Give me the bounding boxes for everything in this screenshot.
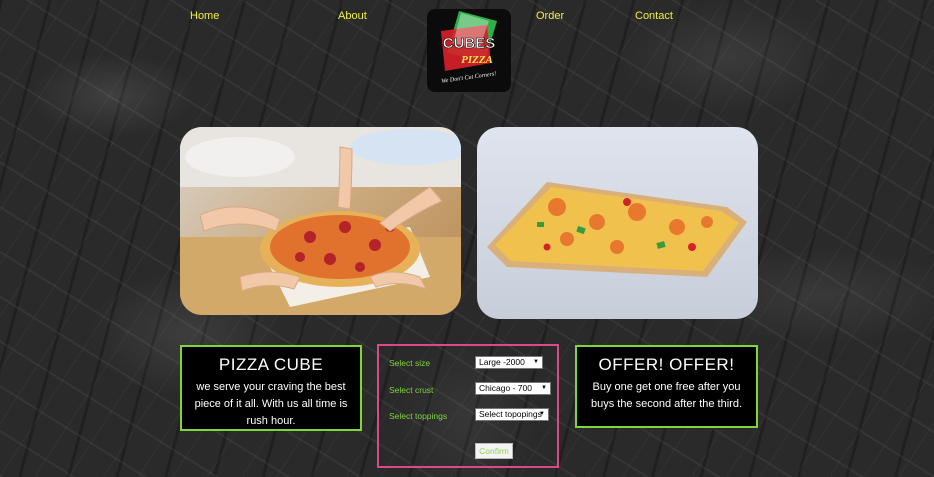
cubes-pizza-logo[interactable]: CUBES PIZZA We Don't Cut Corners! [427, 9, 511, 92]
chevron-down-icon: ▼ [539, 411, 545, 417]
nav-contact-link[interactable]: Contact [635, 10, 673, 22]
about-card-title: PIZZA CUBE [218, 355, 324, 374]
nav-order-link[interactable]: Order [536, 10, 564, 22]
logo-brand-text: CUBES [443, 35, 496, 52]
nav-home-link[interactable]: Home [190, 10, 219, 22]
crust-select[interactable]: Chicago - 700 ▼ [475, 382, 551, 395]
chevron-down-icon: ▼ [533, 359, 539, 365]
nav-about-link[interactable]: About [338, 10, 367, 22]
chevron-down-icon: ▼ [541, 385, 547, 391]
about-card-text: we serve your craving the best piece of … [194, 381, 348, 427]
toppings-select[interactable]: Select topopings ▼ [475, 408, 549, 421]
confirm-button[interactable]: Confirm [475, 443, 513, 459]
order-form: Select size Large -2000 ▼ Select crust C… [377, 344, 559, 468]
crust-select-value: Chicago - 700 [479, 383, 532, 393]
size-label: Select size [389, 358, 431, 368]
square-pizza-slice-photo [477, 127, 758, 319]
pizza-sharing-image [180, 127, 461, 315]
logo-tagline: We Don't Cut Corners! [441, 71, 497, 85]
pizza-sharing-photo [180, 127, 461, 315]
offer-card-text: Buy one get one free after you buys the … [590, 381, 743, 410]
crust-label: Select crust [389, 385, 434, 395]
square-pizza-image [487, 182, 747, 277]
offer-card-title: OFFER! OFFER! [598, 355, 735, 374]
logo-sub-text: PIZZA [461, 54, 493, 66]
toppings-select-value: Select topopings [479, 409, 542, 419]
size-select[interactable]: Large -2000 ▼ [475, 356, 543, 369]
toppings-label: Select toppings [389, 411, 448, 421]
logo-graphic: CUBES PIZZA We Don't Cut Corners! [441, 11, 497, 85]
size-select-value: Large -2000 [479, 357, 525, 367]
about-card: PIZZA CUBE we serve your craving the bes… [180, 345, 362, 431]
offer-card: OFFER! OFFER! Buy one get one free after… [575, 345, 758, 428]
